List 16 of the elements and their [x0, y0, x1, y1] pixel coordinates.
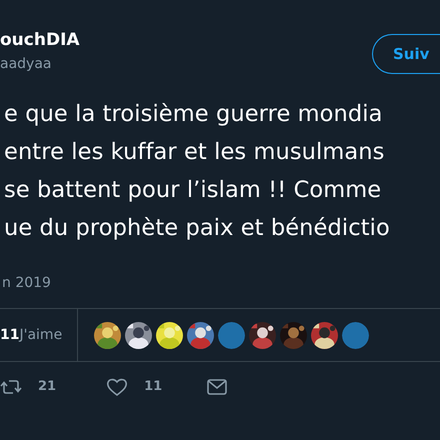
- envelope-icon: [206, 376, 228, 398]
- tweet-text-line: se battent pour l’islam !! Comme: [3, 176, 382, 205]
- author-name: ouchDIA: [0, 30, 80, 50]
- heart-icon: [106, 376, 128, 398]
- author-handle: aadyaa: [0, 55, 52, 74]
- follow-button[interactable]: Suiv: [372, 34, 440, 74]
- action-count: 11: [144, 378, 162, 396]
- action-count: 21: [38, 378, 56, 396]
- tweet-text-line: e que la troisième guerre mondia: [3, 100, 384, 129]
- tweet-text-line: ue du prophète paix et bénédictio: [3, 214, 391, 243]
- action-button[interactable]: 11: [106, 376, 162, 398]
- message-button[interactable]: [206, 376, 228, 398]
- tweet-text-line: entre les kuffar et les musulmans: [3, 138, 386, 167]
- tweet-date: n 2019: [2, 274, 52, 293]
- like-count: 11J'aime: [0, 309, 78, 361]
- action-button[interactable]: 21: [0, 376, 56, 398]
